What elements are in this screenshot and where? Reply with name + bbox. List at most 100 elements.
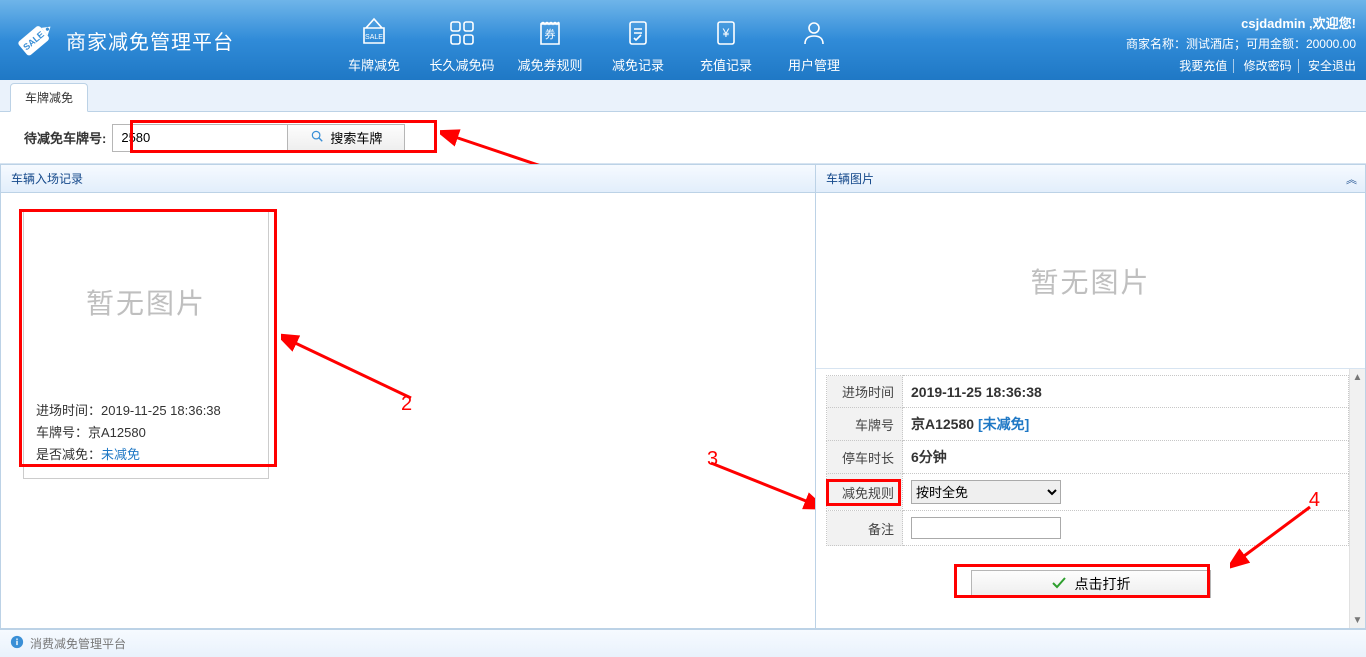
panel-title: 车辆入场记录: [11, 170, 83, 187]
card-row-plate: 车牌号：京A12580: [36, 422, 256, 444]
label-entry-time: 进场时间: [827, 376, 903, 408]
discount-button[interactable]: 点击打折: [971, 570, 1211, 598]
svg-text:¥: ¥: [722, 26, 730, 40]
discount-button-label: 点击打折: [1075, 574, 1131, 594]
welcome-text: csjdadmin ,欢迎您!: [1126, 14, 1356, 34]
search-icon: [310, 129, 324, 146]
discount-btn-row: 点击打折: [816, 556, 1365, 606]
annotation-arrow-3: [706, 453, 815, 513]
value-plate: 京A12580 [未减免]: [903, 408, 1349, 441]
waived-label: 是否减免：: [36, 447, 101, 462]
rule-select[interactable]: 按时全免: [911, 480, 1061, 504]
no-image-placeholder: 暂无图片: [24, 212, 268, 392]
no-image-placeholder: 暂无图片: [816, 193, 1365, 369]
document-money-icon: ¥: [682, 11, 770, 55]
row-rule: 减免规则 按时全免: [827, 474, 1349, 511]
app-title: 商家减免管理平台: [66, 26, 234, 55]
value-duration: 6分钟: [903, 441, 1349, 474]
cell-remark-input: [903, 511, 1349, 546]
card-row-entry: 进场时间：2019-11-25 18:36:38: [36, 400, 256, 422]
scroll-down-icon[interactable]: ▼: [1350, 612, 1365, 628]
label-remark: 备注: [827, 511, 903, 546]
nav-plate-discount[interactable]: SALE 车牌减免: [330, 11, 418, 80]
panel-body-left: 暂无图片 进场时间：2019-11-25 18:36:38 车牌号：京A1258…: [1, 193, 815, 628]
card-info: 进场时间：2019-11-25 18:36:38 车牌号：京A12580 是否减…: [24, 392, 268, 478]
user-icon: [770, 11, 858, 55]
panel-entry-records: 车辆入场记录 暂无图片 进场时间：2019-11-25 18:36:38 车牌号…: [0, 164, 815, 629]
label-duration: 停车时长: [827, 441, 903, 474]
plate-search-input[interactable]: [112, 124, 288, 152]
collapse-icon[interactable]: ︽: [1346, 171, 1355, 187]
cell-rule-select: 按时全免: [903, 474, 1349, 511]
tab-plate-discount[interactable]: 车牌减免: [10, 83, 88, 112]
search-button[interactable]: 搜索车牌: [287, 124, 405, 152]
panel-header-right: 车辆图片 ︽: [816, 165, 1365, 193]
scrollbar-vertical[interactable]: ▲ ▼: [1349, 369, 1365, 628]
panel-header-left: 车辆入场记录: [1, 165, 815, 193]
link-recharge[interactable]: 我要充值: [1173, 59, 1234, 73]
app-header: SALE 商家减免管理平台 SALE 车牌减免 长久减免码 券 减免券规则: [0, 0, 1366, 80]
annotation-arrow-2: [281, 323, 421, 413]
vehicle-card[interactable]: 暂无图片 进场时间：2019-11-25 18:36:38 车牌号：京A1258…: [23, 211, 269, 479]
plate-value: 京A12580: [88, 425, 146, 440]
card-row-waived: 是否减免：未减免: [36, 444, 256, 466]
search-button-label: 搜索车牌: [330, 128, 382, 147]
waived-value: 未减免: [101, 447, 140, 462]
header-links: 我要充值 修改密码 安全退出: [1126, 56, 1356, 76]
nav-coupon-rules[interactable]: 券 减免券规则: [506, 11, 594, 80]
nav-label: 减免券规则: [506, 55, 594, 74]
panel-vehicle-image: 车辆图片 ︽ 暂无图片 进场时间 2019-11-25 18:36:38 车牌号…: [815, 164, 1366, 629]
label-rule-text: 减免规则: [842, 486, 894, 501]
merchant-info: 商家名称：测试酒店；可用金额：20000.00: [1126, 34, 1356, 54]
logo-area: SALE 商家减免管理平台: [0, 0, 330, 80]
scroll-up-icon[interactable]: ▲: [1350, 369, 1365, 385]
plate-label: 车牌号：: [36, 425, 88, 440]
link-change-password[interactable]: 修改密码: [1238, 59, 1299, 73]
nav-recharge-records[interactable]: ¥ 充值记录: [682, 11, 770, 80]
nav-user-mgmt[interactable]: 用户管理: [770, 11, 858, 80]
header-user-area: csjdadmin ,欢迎您! 商家名称：测试酒店；可用金额：20000.00 …: [1126, 14, 1356, 76]
detail-table: 进场时间 2019-11-25 18:36:38 车牌号 京A12580 [未减…: [826, 375, 1349, 546]
main-area: 车辆入场记录 暂无图片 进场时间：2019-11-25 18:36:38 车牌号…: [0, 164, 1366, 629]
document-check-icon: [594, 11, 682, 55]
info-icon: [10, 635, 24, 652]
label-plate: 车牌号: [827, 408, 903, 441]
detail-table-wrap: 进场时间 2019-11-25 18:36:38 车牌号 京A12580 [未减…: [816, 369, 1365, 556]
entry-label: 进场时间：: [36, 403, 101, 418]
nav-discount-records[interactable]: 减免记录: [594, 11, 682, 80]
coupon-icon: 券: [506, 11, 594, 55]
search-label: 待减免车牌号:: [24, 128, 106, 147]
panel-title: 车辆图片: [826, 170, 874, 187]
row-plate: 车牌号 京A12580 [未减免]: [827, 408, 1349, 441]
nav-label: 长久减免码: [418, 55, 506, 74]
row-remark: 备注: [827, 511, 1349, 546]
search-bar: 待减免车牌号: 搜索车牌 1: [0, 112, 1366, 164]
row-entry-time: 进场时间 2019-11-25 18:36:38: [827, 376, 1349, 408]
label-rule: 减免规则: [827, 474, 903, 511]
nav-label: 减免记录: [594, 55, 682, 74]
svg-text:SALE: SALE: [365, 34, 383, 41]
qr-icon: [418, 11, 506, 55]
row-duration: 停车时长 6分钟: [827, 441, 1349, 474]
sale-tag-icon: SALE: [10, 17, 56, 63]
link-logout[interactable]: 安全退出: [1302, 59, 1356, 73]
check-icon: [1051, 575, 1067, 594]
nav-label: 充值记录: [682, 55, 770, 74]
value-entry-time: 2019-11-25 18:36:38: [903, 376, 1349, 408]
footer: 消费减免管理平台: [0, 629, 1366, 657]
footer-text: 消费减免管理平台: [30, 635, 126, 652]
plate-status: [未减免]: [978, 416, 1029, 432]
main-nav: SALE 车牌减免 长久减免码 券 减免券规则 减免记录 ¥ 充值: [330, 0, 858, 80]
svg-text:券: 券: [545, 27, 556, 41]
entry-value: 2019-11-25 18:36:38: [101, 403, 221, 418]
nav-long-term-code[interactable]: 长久减免码: [418, 11, 506, 80]
plate-number: 京A12580: [911, 416, 974, 432]
remark-input[interactable]: [911, 517, 1061, 539]
tabs-row: 车牌减免: [0, 80, 1366, 112]
nav-label: 车牌减免: [330, 55, 418, 74]
panel-body-right: 暂无图片 进场时间 2019-11-25 18:36:38 车牌号 京A1258…: [816, 193, 1365, 628]
annotation-number-3: 3: [707, 448, 718, 471]
annotation-number-2: 2: [401, 393, 412, 416]
sale-sign-icon: SALE: [330, 11, 418, 55]
nav-label: 用户管理: [770, 55, 858, 74]
